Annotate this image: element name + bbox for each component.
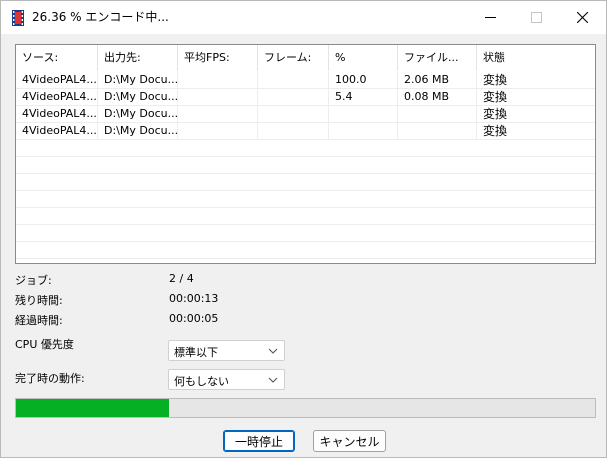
table-row[interactable]: 4VideoPAL4... D:\My Docu... 変換 <box>16 106 595 123</box>
encode-progress-bar <box>15 398 596 418</box>
progress-bar-fill <box>16 399 169 417</box>
empty-row <box>16 191 595 208</box>
cell-percent: 5.4 <box>329 89 398 106</box>
cell-avg-fps <box>178 72 258 89</box>
column-header-frames[interactable]: フレーム: <box>258 45 329 71</box>
column-header-status[interactable]: 状態 <box>477 45 595 71</box>
table-row[interactable]: 4VideoPAL4... D:\My Docu... 変換 <box>16 123 595 140</box>
cell-status: 変換 <box>483 73 508 87</box>
pause-button[interactable]: 一時停止 <box>223 430 295 452</box>
cpu-priority-select[interactable]: 標準以下 <box>168 340 285 361</box>
cell-file-size <box>398 123 477 140</box>
cell-output: D:\My Docu... <box>98 72 178 89</box>
cell-frames <box>258 123 329 140</box>
empty-row <box>16 242 595 259</box>
cell-frames <box>258 72 329 89</box>
cell-output: D:\My Docu... <box>98 106 178 123</box>
cell-file-size <box>398 106 477 123</box>
cell-source: 4VideoPAL4... <box>16 106 98 123</box>
title-bar: 26.36 % エンコード中... <box>1 1 606 34</box>
column-header-percent[interactable]: % <box>329 45 398 71</box>
on-complete-value: 何もしない <box>174 375 229 388</box>
cell-avg-fps <box>178 106 258 123</box>
chevron-down-icon <box>268 348 278 354</box>
cell-file-size: 0.08 MB <box>398 89 477 106</box>
close-button[interactable] <box>559 1 606 34</box>
empty-row <box>16 174 595 191</box>
elapsed-time-label: 経過時間: <box>15 314 63 327</box>
job-value: 2 / 4 <box>169 272 194 285</box>
cell-avg-fps <box>178 123 258 140</box>
cell-source: 4VideoPAL4... <box>16 72 98 89</box>
cell-status: 変換 <box>483 90 508 104</box>
table-row[interactable]: 4VideoPAL4... D:\My Docu... 5.4 0.08 MB … <box>16 89 595 106</box>
cpu-priority-value: 標準以下 <box>174 346 218 359</box>
empty-row <box>16 140 595 157</box>
cell-source: 4VideoPAL4... <box>16 123 98 140</box>
cell-percent: 100.0 <box>329 72 398 89</box>
column-header-file-size[interactable]: ファイル... <box>398 45 477 71</box>
column-header-avg-fps[interactable]: 平均FPS: <box>178 45 258 71</box>
column-header-output[interactable]: 出力先: <box>98 45 178 71</box>
remaining-time-label: 残り時間: <box>15 294 63 307</box>
on-complete-label: 完了時の動作: <box>15 372 85 385</box>
film-icon <box>12 10 24 26</box>
maximize-icon <box>531 12 542 23</box>
cell-frames <box>258 89 329 106</box>
empty-row <box>16 225 595 242</box>
encode-progress-window: 26.36 % エンコード中... ソース: 出力先: 平均FPS: フレーム:… <box>0 0 607 458</box>
empty-row <box>16 157 595 174</box>
on-complete-select[interactable]: 何もしない <box>168 369 285 390</box>
cell-avg-fps <box>178 89 258 106</box>
cancel-button[interactable]: キャンセル <box>313 430 386 452</box>
job-list-header: ソース: 出力先: 平均FPS: フレーム: % ファイル... 状態 <box>16 45 595 71</box>
window-title: 26.36 % エンコード中... <box>32 10 169 24</box>
close-icon <box>577 12 588 23</box>
cell-output: D:\My Docu... <box>98 89 178 106</box>
cell-percent <box>329 123 398 140</box>
maximize-button[interactable] <box>513 1 560 34</box>
job-list-rows: 4VideoPAL4... D:\My Docu... 100.0 2.06 M… <box>16 72 595 259</box>
elapsed-time-value: 00:00:05 <box>169 312 219 325</box>
job-label: ジョブ: <box>15 274 52 287</box>
cpu-priority-label: CPU 優先度 <box>15 338 74 351</box>
minimize-button[interactable] <box>467 1 514 34</box>
cell-status: 変換 <box>483 107 508 121</box>
chevron-down-icon <box>268 377 278 383</box>
job-list[interactable]: ソース: 出力先: 平均FPS: フレーム: % ファイル... 状態 4Vid… <box>15 44 596 264</box>
cell-status: 変換 <box>483 124 508 138</box>
remaining-time-value: 00:00:13 <box>169 292 219 305</box>
column-header-source[interactable]: ソース: <box>16 45 98 71</box>
table-row[interactable]: 4VideoPAL4... D:\My Docu... 100.0 2.06 M… <box>16 72 595 89</box>
cell-source: 4VideoPAL4... <box>16 89 98 106</box>
minimize-icon <box>485 17 496 18</box>
empty-row <box>16 208 595 225</box>
cell-file-size: 2.06 MB <box>398 72 477 89</box>
cell-output: D:\My Docu... <box>98 123 178 140</box>
cell-frames <box>258 106 329 123</box>
cell-percent <box>329 106 398 123</box>
